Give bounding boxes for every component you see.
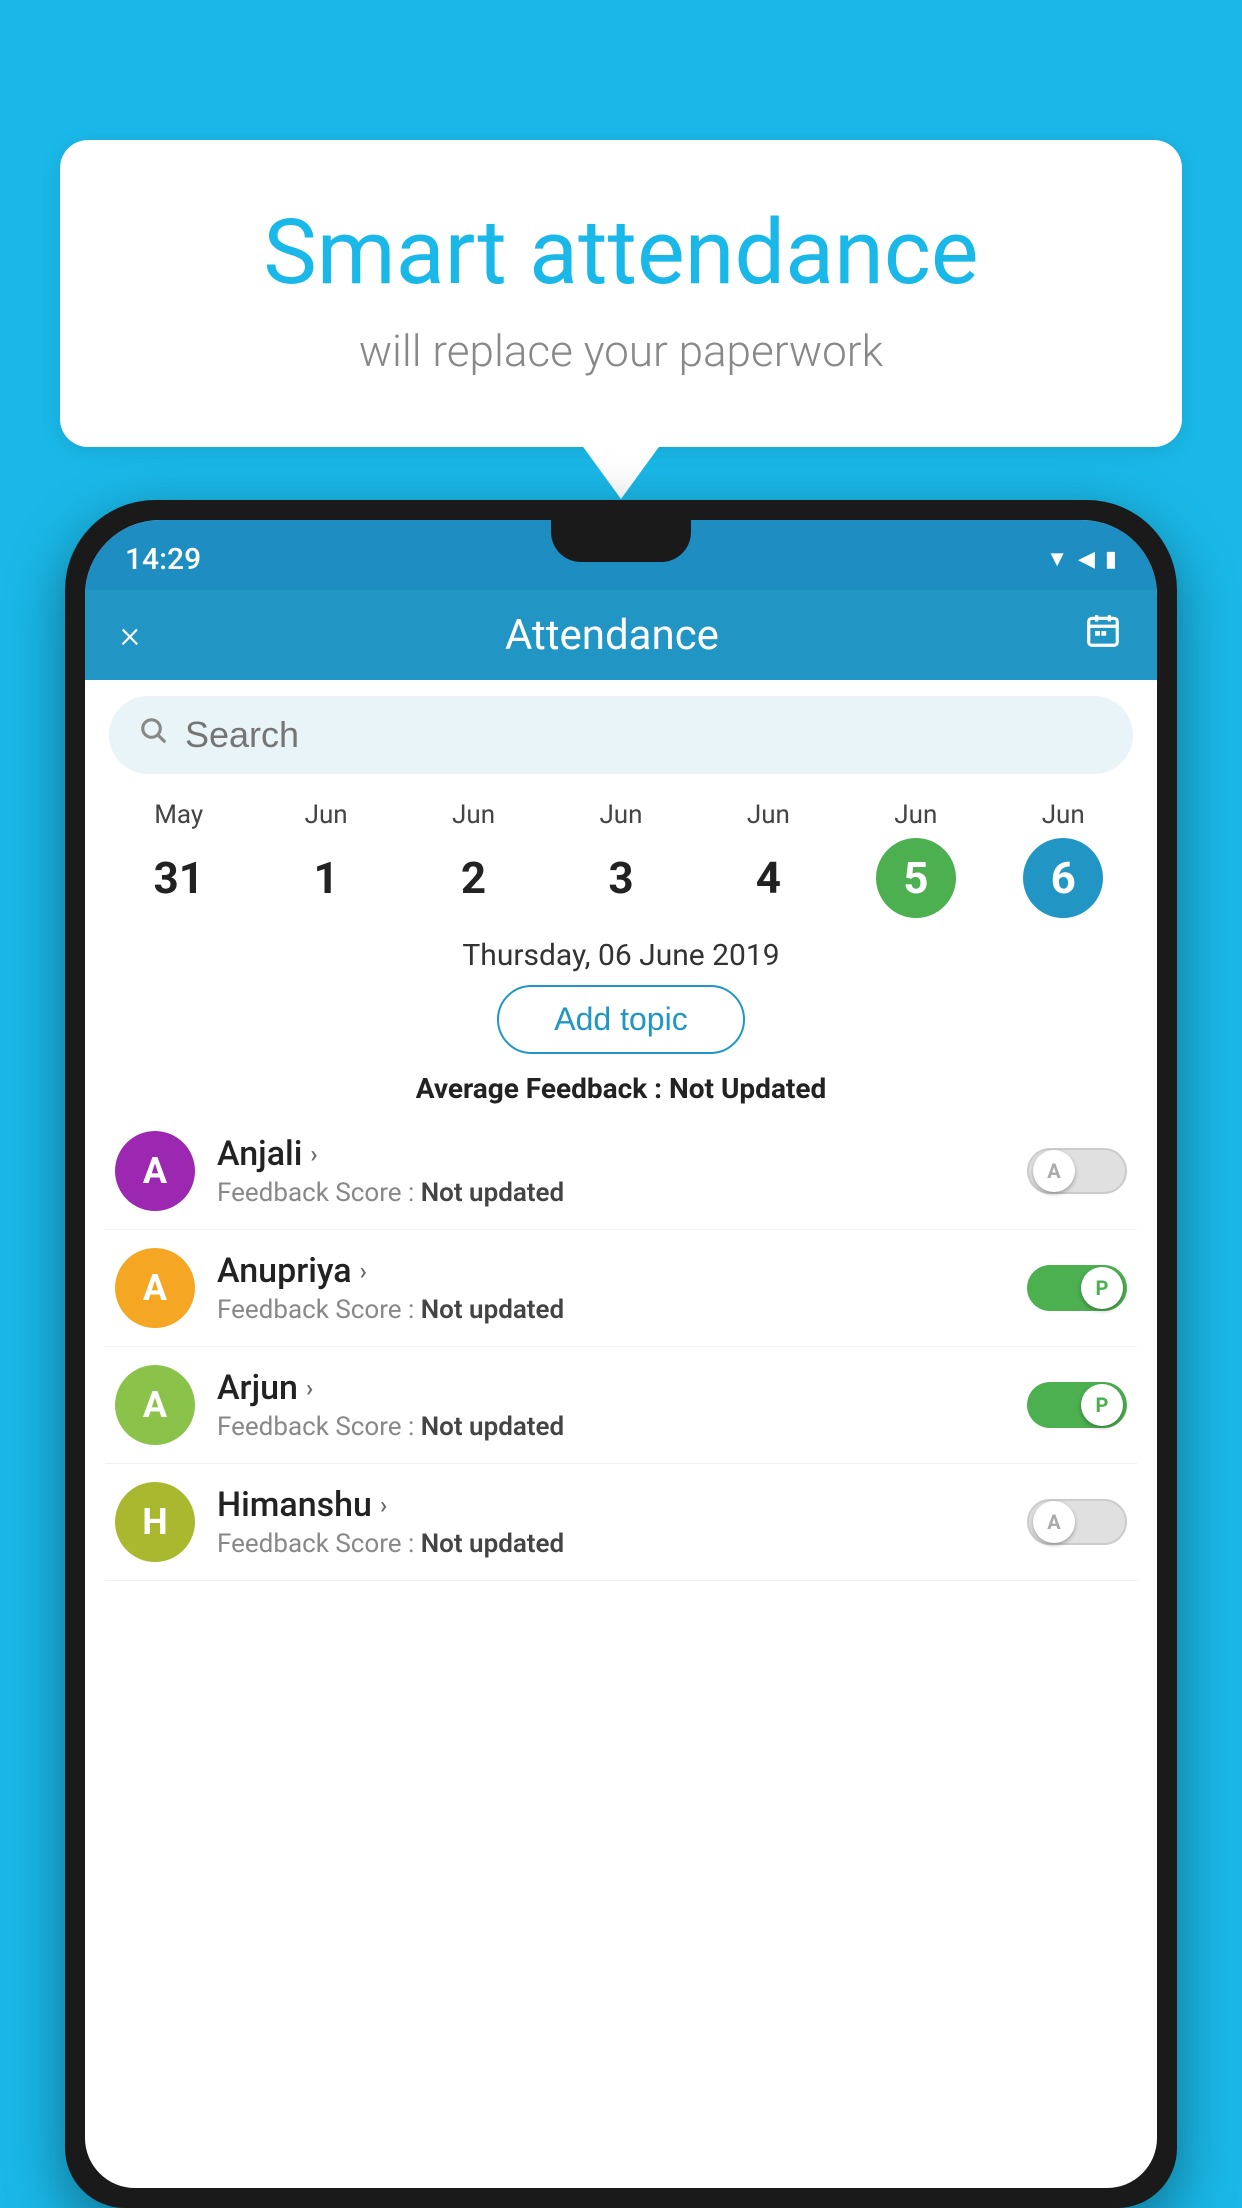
toggle-knob-1: P (1081, 1267, 1123, 1309)
toggle-wrapper-2: P (1027, 1382, 1127, 1428)
cal-month-1: Jun (305, 800, 348, 830)
status-time: 14:29 (125, 542, 201, 577)
calendar-icon[interactable] (1084, 612, 1122, 659)
cal-month-5: Jun (894, 800, 937, 830)
cal-date-3: 3 (581, 838, 661, 918)
toggle-wrapper-1: P (1027, 1265, 1127, 1311)
cal-date-5: 5 (876, 838, 956, 918)
student-score-0: Feedback Score : Not updated (217, 1178, 1027, 1208)
search-container (109, 696, 1133, 774)
calendar-day-5[interactable]: Jun 5 (876, 800, 956, 918)
toggle-wrapper-3: A (1027, 1499, 1127, 1545)
calendar-day-0[interactable]: May 31 (139, 800, 219, 918)
chevron-icon: › (380, 1491, 387, 1519)
toggle-wrapper-0: A (1027, 1148, 1127, 1194)
toggle-knob-3: A (1033, 1501, 1075, 1543)
feedback-label-text: Average Feedback : (416, 1072, 669, 1105)
student-name-2: Arjun › (217, 1368, 1027, 1408)
cal-date-2: 2 (434, 838, 514, 918)
student-avatar-1: A (115, 1248, 195, 1328)
chevron-icon: › (310, 1140, 317, 1168)
student-list: AAnjali ›Feedback Score : Not updatedAAA… (85, 1113, 1157, 1581)
student-avatar-3: H (115, 1482, 195, 1562)
attendance-toggle-0[interactable]: A (1027, 1148, 1127, 1194)
student-info-1: Anupriya › Feedback Score : Not updated (217, 1251, 1027, 1325)
selected-date-label: Thursday, 06 June 2019 (85, 918, 1157, 985)
toggle-knob-2: P (1081, 1384, 1123, 1426)
app-header: × Attendance (85, 590, 1157, 680)
close-button[interactable]: × (120, 613, 140, 657)
toggle-knob-0: A (1033, 1150, 1075, 1192)
student-info-3: Himanshu › Feedback Score : Not updated (217, 1485, 1027, 1559)
attendance-toggle-1[interactable]: P (1027, 1265, 1127, 1311)
student-info-2: Arjun › Feedback Score : Not updated (217, 1368, 1027, 1442)
cal-month-4: Jun (747, 800, 790, 830)
calendar-day-6[interactable]: Jun 6 (1023, 800, 1103, 918)
calendar-day-3[interactable]: Jun 3 (581, 800, 661, 918)
signal-icon: ◀ (1078, 547, 1095, 572)
student-avatar-2: A (115, 1365, 195, 1445)
header-title: Attendance (505, 611, 719, 660)
student-item-1[interactable]: A Anupriya › Feedback Score : Not updated P (105, 1230, 1137, 1347)
phone-notch (551, 520, 691, 562)
status-icons: ▼ ◀ ▮ (1046, 546, 1117, 572)
cal-month-6: Jun (1042, 800, 1085, 830)
search-icon (139, 716, 169, 754)
chevron-icon: › (306, 1374, 313, 1402)
student-avatar-0: A (115, 1131, 195, 1211)
cal-month-2: Jun (452, 800, 495, 830)
student-item-3[interactable]: H Himanshu › Feedback Score : Not updatedA (105, 1464, 1137, 1581)
student-score-2: Feedback Score : Not updated (217, 1412, 1027, 1442)
cal-month-0: May (154, 800, 203, 830)
chevron-icon: › (360, 1257, 367, 1285)
student-item-0[interactable]: AAnjali ›Feedback Score : Not updatedA (105, 1113, 1137, 1230)
calendar-strip: May 31 Jun 1 Jun 2 Jun 3 Jun 4 Jun 5 Jun 6 (85, 790, 1157, 918)
cal-date-1: 1 (286, 838, 366, 918)
wifi-icon: ▼ (1046, 546, 1068, 572)
student-name-0: Anjali › (217, 1134, 1027, 1174)
add-topic-button[interactable]: Add topic (497, 985, 744, 1054)
speech-bubble-title: Smart attendance (140, 200, 1102, 305)
cal-date-0: 31 (139, 838, 219, 918)
battery-icon: ▮ (1105, 547, 1117, 572)
cal-date-6: 6 (1023, 838, 1103, 918)
phone-frame: 14:29 ▼ ◀ ▮ × Attendance (65, 500, 1177, 2208)
cal-date-4: 4 (728, 838, 808, 918)
calendar-day-2[interactable]: Jun 2 (434, 800, 514, 918)
phone-inner: 14:29 ▼ ◀ ▮ × Attendance (85, 520, 1157, 2188)
student-info-0: Anjali › Feedback Score : Not updated (217, 1134, 1027, 1208)
student-score-3: Feedback Score : Not updated (217, 1529, 1027, 1559)
speech-bubble-subtitle: will replace your paperwork (140, 325, 1102, 377)
attendance-toggle-2[interactable]: P (1027, 1382, 1127, 1428)
speech-bubble-container: Smart attendance will replace your paper… (60, 140, 1182, 447)
student-name-1: Anupriya › (217, 1251, 1027, 1291)
cal-month-3: Jun (599, 800, 642, 830)
calendar-day-4[interactable]: Jun 4 (728, 800, 808, 918)
attendance-toggle-3[interactable]: A (1027, 1499, 1127, 1545)
student-score-1: Feedback Score : Not updated (217, 1295, 1027, 1325)
calendar-day-1[interactable]: Jun 1 (286, 800, 366, 918)
feedback-value: Not Updated (669, 1072, 826, 1105)
student-item-2[interactable]: A Arjun › Feedback Score : Not updated P (105, 1347, 1137, 1464)
search-input[interactable] (185, 714, 1103, 756)
speech-bubble: Smart attendance will replace your paper… (60, 140, 1182, 447)
student-name-3: Himanshu › (217, 1485, 1027, 1525)
average-feedback: Average Feedback : Not Updated (85, 1054, 1157, 1113)
